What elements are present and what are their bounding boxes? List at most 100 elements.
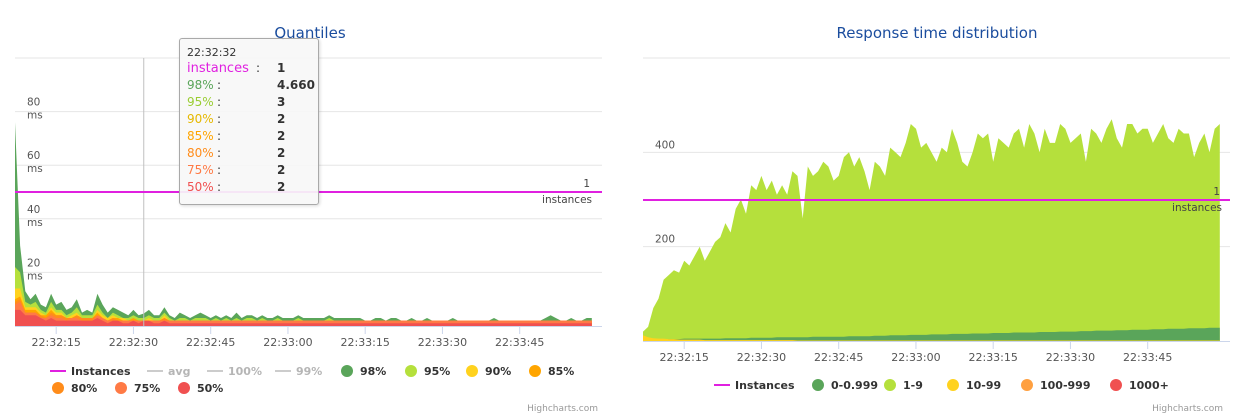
tooltip-value: 2 xyxy=(277,146,286,160)
legend-item-0-0-999[interactable]: 0-0.999 xyxy=(812,379,878,392)
legend-item-1-9[interactable]: 1-9 xyxy=(884,379,923,392)
legend-dot-icon xyxy=(529,365,541,377)
legend-label: 50% xyxy=(197,382,223,395)
credits-link: Highcharts.com xyxy=(527,404,598,414)
tooltip-time: 22:32:32 xyxy=(187,46,237,59)
tooltip-value: 2 xyxy=(277,129,286,143)
legend-label: 90% xyxy=(485,365,511,378)
response-time-chart-svg: Response time distribution 200 400 1 instanc… xyxy=(643,24,1230,414)
instances-line-value: 1 xyxy=(1213,186,1220,198)
x-tick-label: 22:33:00 xyxy=(263,336,312,349)
legend-item-99[interactable]: 99% xyxy=(275,365,322,378)
y-tick-label: 20 xyxy=(27,257,40,269)
instances-line-value: 1 xyxy=(583,178,590,190)
tooltip-row-95: 95%: 3 xyxy=(187,95,315,111)
x-tick-label: 22:32:45 xyxy=(186,336,235,349)
y-tick-label: 80 xyxy=(27,97,40,109)
legend-label: avg xyxy=(168,365,190,378)
y-tick-unit: ms xyxy=(27,163,43,175)
legend-label: Instances xyxy=(71,365,131,378)
x-tick-label: 22:33:00 xyxy=(891,351,940,364)
y-tick-label: 400 xyxy=(655,139,675,151)
legend-dot-icon xyxy=(947,379,959,391)
legend-label: Instances xyxy=(735,379,795,392)
tooltip-separator: : xyxy=(217,129,222,143)
legend-dot-icon xyxy=(884,379,896,391)
legend-dot-icon xyxy=(1021,379,1033,391)
tooltip-value: 2 xyxy=(277,180,286,194)
instances-line-unit: instances xyxy=(542,194,592,206)
tooltip-row-instances: instances: 1 xyxy=(187,61,315,77)
y-tick-unit: ms xyxy=(27,217,43,229)
chart-title: Response time distribution xyxy=(837,24,1038,42)
tooltip-label: 80% xyxy=(187,146,214,160)
legend-label: 100% xyxy=(228,365,262,378)
credits-link: Highcharts.com xyxy=(1152,404,1223,414)
tooltip-row-80: 80%: 2 xyxy=(187,146,315,162)
x-tick-label: 22:32:15 xyxy=(659,351,708,364)
quantiles-tooltip: 22:32:32 instances:1 98%:4.660 95%:3 90%:2 8… xyxy=(179,38,319,205)
legend-dot-icon xyxy=(341,365,353,377)
tooltip-separator: : xyxy=(217,180,222,194)
x-tick-label: 22:33:30 xyxy=(418,336,467,349)
legend-dot-icon xyxy=(115,382,127,394)
tooltip-value: 3 xyxy=(277,95,286,109)
legend-item-50[interactable]: 50% xyxy=(178,382,223,395)
legend-item-75[interactable]: 75% xyxy=(115,382,160,395)
tooltip-label: 85% xyxy=(187,129,214,143)
tooltip-label: instances xyxy=(187,61,249,76)
x-tick-label: 22:33:30 xyxy=(1046,351,1095,364)
tooltip-row-75: 75%: 2 xyxy=(187,163,315,179)
tooltip-label: 98% xyxy=(187,78,214,92)
legend-label: 95% xyxy=(424,365,450,378)
legend-label: 98% xyxy=(360,365,386,378)
tooltip-row-90: 90%: 2 xyxy=(187,112,315,128)
legend-item-100-999[interactable]: 100-999 xyxy=(1021,379,1091,392)
tooltip-separator: : xyxy=(217,163,222,177)
legend-item-instances[interactable]: Instances xyxy=(714,379,795,392)
tooltip-value: 2 xyxy=(277,163,286,177)
legend-dot-icon xyxy=(812,379,824,391)
x-tick-label: 22:32:45 xyxy=(814,351,863,364)
tooltip-label: 95% xyxy=(187,95,214,109)
legend-item-10-99[interactable]: 10-99 xyxy=(947,379,1001,392)
legend-label: 75% xyxy=(134,382,160,395)
y-tick-label: 60 xyxy=(27,150,40,162)
legend-item-98[interactable]: 98% xyxy=(341,365,386,378)
legend-dot-icon xyxy=(466,365,478,377)
x-tick-label: 22:32:30 xyxy=(109,336,158,349)
legend-item-100[interactable]: 100% xyxy=(207,365,262,378)
legend-dot-icon xyxy=(405,365,417,377)
x-tick-label: 22:33:45 xyxy=(495,336,544,349)
tooltip-separator: : xyxy=(217,78,222,92)
tooltip-label: 90% xyxy=(187,112,214,126)
legend-item-1000[interactable]: 1000+ xyxy=(1110,379,1169,392)
legend-label: 0-0.999 xyxy=(831,379,878,392)
legend-item-95[interactable]: 95% xyxy=(405,365,450,378)
instances-line-unit: instances xyxy=(1172,202,1222,214)
legend-item-85[interactable]: 85% xyxy=(529,365,574,378)
tooltip-value: 1 xyxy=(277,61,286,75)
tooltip-separator: : xyxy=(217,112,222,126)
x-tick-label: 22:32:30 xyxy=(737,351,786,364)
legend-item-instances[interactable]: Instances xyxy=(50,365,131,378)
y-tick-unit: ms xyxy=(27,270,43,282)
legend-item-80[interactable]: 80% xyxy=(52,382,97,395)
legend-item-90[interactable]: 90% xyxy=(466,365,511,378)
tooltip-row-50: 50%: 2 xyxy=(187,180,315,196)
legend-label: 10-99 xyxy=(966,379,1001,392)
y-tick-unit: ms xyxy=(27,110,43,122)
legend-label: 1-9 xyxy=(903,379,923,392)
x-tick-label: 22:33:15 xyxy=(968,351,1017,364)
tooltip-row-85: 85%: 2 xyxy=(187,129,315,145)
tooltip-row-98: 98%: 4.660 xyxy=(187,78,315,94)
tooltip-label: 50% xyxy=(187,180,214,194)
legend-label: 100-999 xyxy=(1040,379,1091,392)
tooltip-separator: : xyxy=(217,95,222,109)
legend-label: 99% xyxy=(296,365,322,378)
x-tick-label: 22:33:15 xyxy=(340,336,389,349)
legend-label: 80% xyxy=(71,382,97,395)
tooltip-value: 2 xyxy=(277,112,286,126)
y-tick-label: 40 xyxy=(27,204,40,216)
legend-item-avg[interactable]: avg xyxy=(147,365,190,378)
